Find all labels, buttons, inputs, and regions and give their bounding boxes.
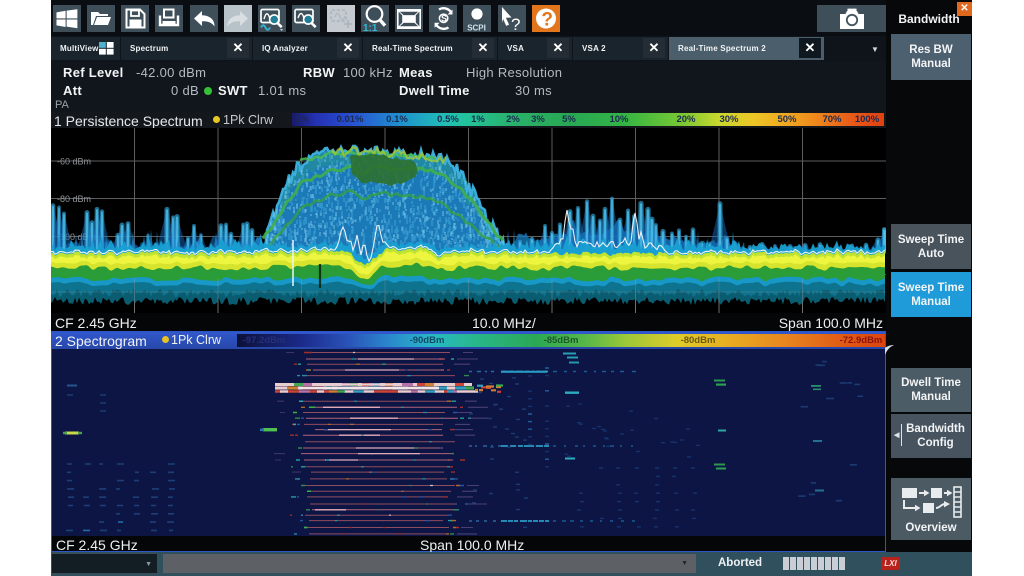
svg-text:S: S bbox=[441, 14, 447, 24]
svg-text:1:1: 1:1 bbox=[363, 23, 378, 32]
svg-text:-80 dBm: -80 dBm bbox=[57, 194, 91, 204]
svg-text:?: ? bbox=[541, 10, 553, 31]
svg-text:SCPI: SCPI bbox=[467, 23, 486, 32]
svg-text:-60 dBm: -60 dBm bbox=[57, 157, 91, 167]
svg-text:?: ? bbox=[511, 15, 520, 32]
